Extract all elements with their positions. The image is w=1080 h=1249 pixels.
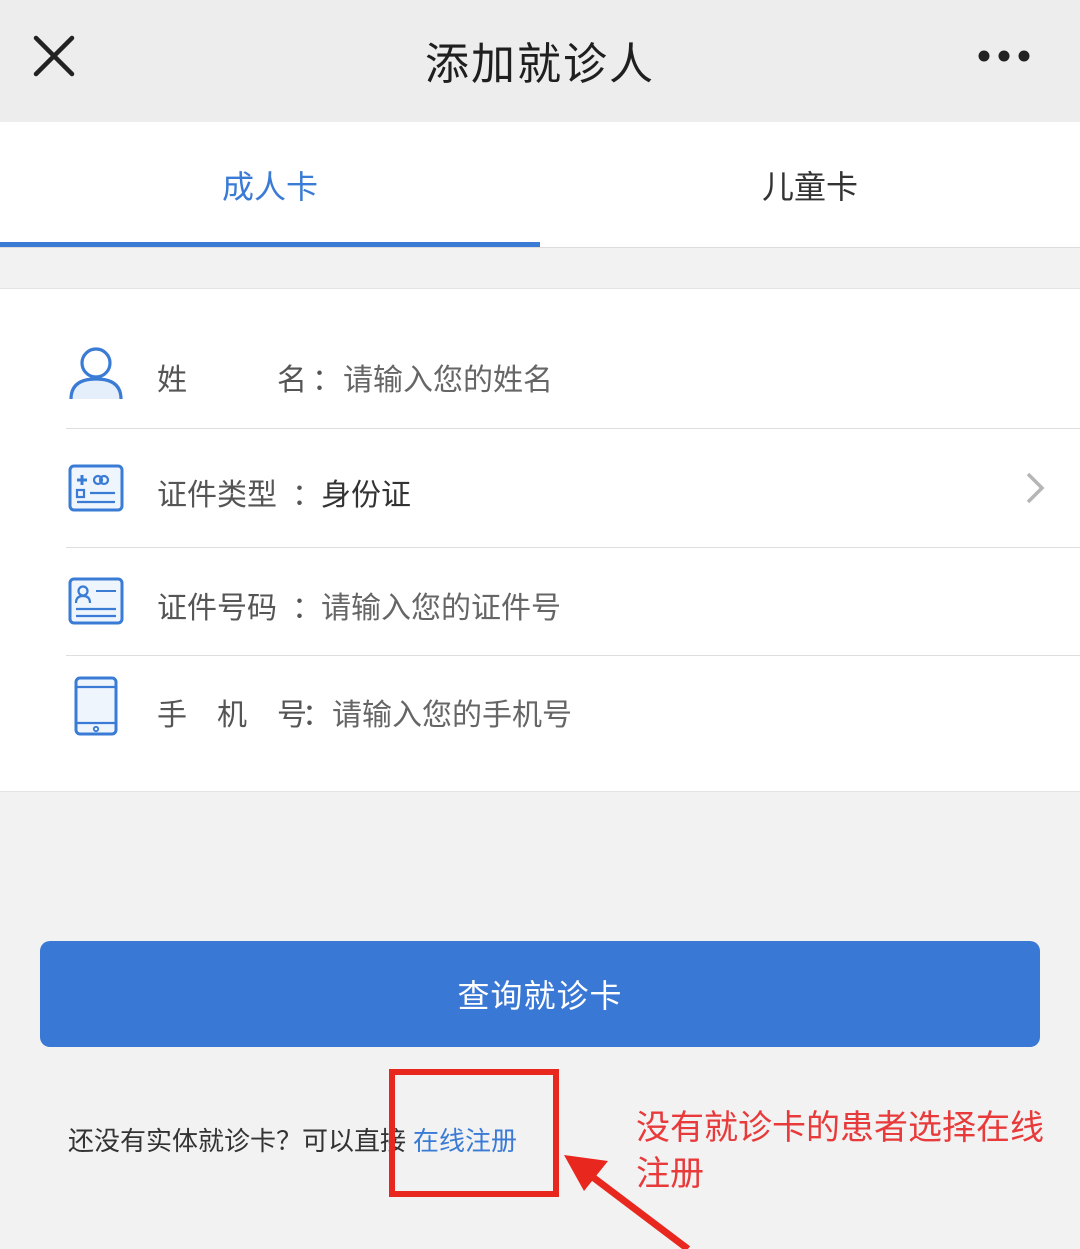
name-label: 姓 名 xyxy=(157,363,307,398)
divider xyxy=(66,547,1080,548)
id-number-label: 证件号码 xyxy=(157,591,277,626)
phone-colon: ： xyxy=(302,698,332,733)
id-type-row[interactable]: 证件类型 ： 身份证 xyxy=(0,444,1080,532)
page-title: 添加就诊人 xyxy=(425,39,655,90)
active-tab-indicator xyxy=(0,242,540,247)
tab-adult-card[interactable]: 成人卡 xyxy=(0,122,540,248)
id-card-type-icon xyxy=(68,464,124,512)
name-colon: ： xyxy=(312,363,342,398)
id-number-row[interactable]: 证件号码 ： 请输入您的证件号 xyxy=(0,557,1080,645)
patient-form: 姓 名 ： 请输入您的姓名 证件类型 ： 身份证 证件号码 ： 请输入您的证件号… xyxy=(0,288,1080,792)
name-row[interactable]: 姓 名 ： 请输入您的姓名 xyxy=(0,329,1080,417)
id-type-value[interactable]: 身份证 xyxy=(321,470,411,514)
id-type-colon: ： xyxy=(292,478,322,513)
arrow-icon xyxy=(564,1155,691,1249)
user-icon xyxy=(69,347,123,400)
nav-bar: 添加就诊人 xyxy=(0,0,1080,122)
name-input[interactable]: 请输入您的姓名 xyxy=(343,355,553,399)
no-card-prompt: 还没有实体就诊卡？可以直接 xyxy=(68,1127,407,1157)
query-card-button[interactable]: 查询就诊卡 xyxy=(40,941,1040,1047)
id-number-input[interactable]: 请输入您的证件号 xyxy=(321,583,561,627)
phone-icon xyxy=(74,676,118,736)
divider xyxy=(66,655,1080,656)
phone-row[interactable]: 手 机 号 ： 请输入您的手机号 xyxy=(0,664,1080,752)
id-number-colon: ： xyxy=(292,591,322,626)
phone-input[interactable]: 请输入您的手机号 xyxy=(332,690,572,734)
id-type-label: 证件类型 xyxy=(157,478,277,513)
chevron-right-icon[interactable] xyxy=(1020,470,1048,506)
card-type-tabs: 成人卡 儿童卡 xyxy=(0,122,1080,248)
id-number-icon xyxy=(68,577,124,625)
more-dots-icon[interactable] xyxy=(976,46,1032,66)
tab-child-card[interactable]: 儿童卡 xyxy=(540,122,1080,248)
highlight-box xyxy=(389,1069,559,1197)
phone-label: 手 机 号 xyxy=(157,698,307,733)
divider xyxy=(66,428,1080,429)
